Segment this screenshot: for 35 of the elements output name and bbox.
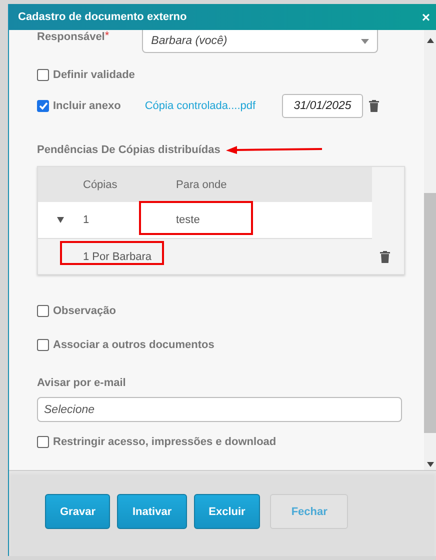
expand-caret-icon[interactable] — [57, 217, 64, 223]
close-button[interactable]: × — [422, 9, 430, 25]
dialog-title: Cadastro de documento externo — [18, 11, 187, 23]
section-heading: Pendências De Cópias distribuídas — [37, 144, 220, 156]
scrollbar[interactable] — [424, 30, 436, 470]
column-header: Para onde — [176, 178, 227, 190]
table-cell: teste — [176, 214, 200, 226]
column-header: Cópias — [83, 178, 118, 190]
checkbox-label: Associar a outros documentos — [53, 339, 214, 351]
responsible-select[interactable]: Barbara (você) — [142, 30, 378, 53]
field-label: Responsável — [37, 31, 105, 43]
required-mark: * — [104, 30, 110, 42]
file-link[interactable]: Cópia controlada....pdf — [144, 100, 256, 112]
caret-icon — [361, 38, 370, 44]
action-button[interactable]: Excluir — [194, 494, 260, 529]
checkbox-label: Incluir anexo — [53, 100, 121, 112]
checkbox[interactable] — [37, 100, 49, 112]
action-button[interactable]: Gravar — [45, 494, 110, 529]
scroll-down-icon[interactable] — [426, 462, 434, 467]
checkbox[interactable] — [37, 305, 49, 317]
checkbox-label: Definir validade — [53, 69, 135, 81]
checkbox[interactable] — [37, 339, 49, 351]
table-cell-text: 1 — [83, 214, 90, 226]
trash-icon[interactable] — [369, 100, 379, 112]
field-label: Avisar por e-mail — [37, 377, 127, 389]
checkbox-label: Observação — [53, 305, 116, 317]
date-field[interactable]: 31/01/2025 — [282, 94, 363, 118]
scroll-up-icon[interactable] — [426, 38, 434, 43]
table-cell: 1 Por Barbara — [83, 250, 152, 262]
action-button[interactable]: Inativar — [117, 494, 187, 529]
email-select[interactable]: Selecione — [37, 397, 402, 422]
trash-icon[interactable] — [380, 250, 390, 262]
checkbox[interactable] — [37, 436, 49, 448]
checkbox[interactable] — [37, 69, 49, 81]
checkbox-label: Restringir acesso, impressões e download — [53, 436, 276, 448]
